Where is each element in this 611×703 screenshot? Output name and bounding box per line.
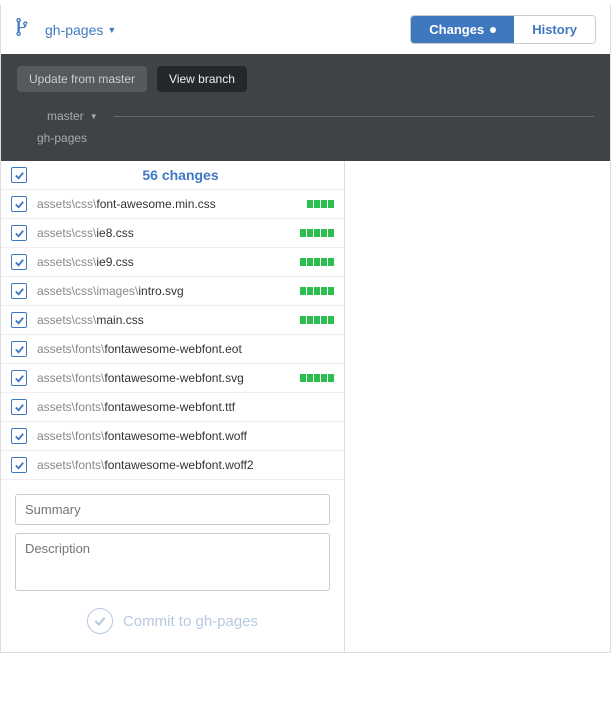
- file-row[interactable]: assets\fonts\fontawesome-webfont.woff: [1, 422, 344, 451]
- summary-input[interactable]: [15, 494, 330, 525]
- file-path: assets\css\main.css: [37, 313, 300, 327]
- file-checkbox[interactable]: [11, 196, 27, 212]
- diff-indicator: [300, 258, 334, 266]
- file-dir: assets\fonts\: [37, 342, 104, 356]
- file-row[interactable]: assets\css\ie8.css: [1, 219, 344, 248]
- branch-name: gh-pages: [45, 22, 103, 38]
- diff-indicator: [300, 287, 334, 295]
- tab-group: Changes History: [410, 15, 596, 44]
- content-wrap: 56 changes assets\css\font-awesome.min.c…: [1, 161, 610, 652]
- file-dir: assets\css\: [37, 226, 96, 240]
- file-name: fontawesome-webfont.woff: [104, 429, 247, 443]
- file-name: ie8.css: [96, 226, 133, 240]
- file-dir: assets\css\images\: [37, 284, 138, 298]
- file-dir: assets\css\: [37, 313, 96, 327]
- top-bar: gh-pages ▼ Changes History: [1, 5, 610, 54]
- file-row[interactable]: assets\fonts\fontawesome-webfont.ttf: [1, 393, 344, 422]
- file-checkbox[interactable]: [11, 428, 27, 444]
- file-checkbox[interactable]: [11, 457, 27, 473]
- check-circle-icon: [87, 608, 113, 634]
- file-checkbox[interactable]: [11, 254, 27, 270]
- file-checkbox[interactable]: [11, 312, 27, 328]
- file-path: assets\css\images\intro.svg: [37, 284, 300, 298]
- file-row[interactable]: assets\css\images\intro.svg: [1, 277, 344, 306]
- changes-panel: 56 changes assets\css\font-awesome.min.c…: [1, 161, 345, 652]
- changes-header-row: 56 changes: [1, 161, 344, 190]
- file-checkbox[interactable]: [11, 341, 27, 357]
- file-name: fontawesome-webfont.eot: [104, 342, 241, 356]
- file-dir: assets\css\: [37, 255, 96, 269]
- file-name: fontawesome-webfont.woff2: [104, 458, 253, 472]
- compare-master-row: master ▼: [37, 106, 594, 128]
- select-all-checkbox[interactable]: [11, 167, 27, 183]
- file-path: assets\fonts\fontawesome-webfont.svg: [37, 371, 300, 385]
- file-path: assets\css\ie8.css: [37, 226, 300, 240]
- branch-compare: master ▼ gh-pages: [17, 106, 594, 161]
- file-dir: assets\fonts\: [37, 458, 104, 472]
- tab-changes-label: Changes: [429, 22, 484, 37]
- app-window: gh-pages ▼ Changes History Update from m…: [0, 5, 611, 653]
- file-dir: assets\fonts\: [37, 429, 104, 443]
- file-list: assets\css\font-awesome.min.cssassets\cs…: [1, 190, 344, 480]
- file-checkbox[interactable]: [11, 225, 27, 241]
- changes-indicator-dot: [490, 27, 496, 33]
- file-name: intro.svg: [138, 284, 183, 298]
- dark-toolbar: Update from master View branch master ▼ …: [1, 54, 610, 161]
- diff-indicator: [300, 316, 334, 324]
- timeline-line: [114, 116, 594, 117]
- chevron-down-icon: ▼: [90, 110, 98, 124]
- description-input[interactable]: [15, 533, 330, 591]
- file-row[interactable]: assets\fonts\fontawesome-webfont.svg: [1, 364, 344, 393]
- file-dir: assets\fonts\: [37, 371, 104, 385]
- top-bar-left: gh-pages ▼: [15, 18, 116, 41]
- commit-section: Commit to gh-pages: [1, 480, 344, 652]
- file-path: assets\fonts\fontawesome-webfont.woff: [37, 429, 334, 443]
- tab-history[interactable]: History: [514, 16, 595, 43]
- file-checkbox[interactable]: [11, 399, 27, 415]
- file-name: font-awesome.min.css: [96, 197, 215, 211]
- branch-dropdown[interactable]: gh-pages ▼: [45, 22, 116, 38]
- file-row[interactable]: assets\css\font-awesome.min.css: [1, 190, 344, 219]
- file-path: assets\css\ie9.css: [37, 255, 300, 269]
- file-name: fontawesome-webfont.svg: [104, 371, 243, 385]
- file-dir: assets\fonts\: [37, 400, 104, 414]
- file-row[interactable]: assets\css\ie9.css: [1, 248, 344, 277]
- file-row[interactable]: assets\css\main.css: [1, 306, 344, 335]
- file-path: assets\fonts\fontawesome-webfont.woff2: [37, 458, 334, 472]
- file-dir: assets\css\: [37, 197, 96, 211]
- diff-indicator: [300, 229, 334, 237]
- diff-indicator: [307, 200, 334, 208]
- tab-history-label: History: [532, 22, 577, 37]
- file-name: ie9.css: [96, 255, 133, 269]
- file-name: main.css: [96, 313, 143, 327]
- commit-button-label: Commit to gh-pages: [123, 613, 258, 630]
- file-checkbox[interactable]: [11, 370, 27, 386]
- file-row[interactable]: assets\fonts\fontawesome-webfont.eot: [1, 335, 344, 364]
- file-row[interactable]: assets\fonts\fontawesome-webfont.woff2: [1, 451, 344, 480]
- diff-indicator: [300, 374, 334, 382]
- file-checkbox[interactable]: [11, 283, 27, 299]
- commit-button[interactable]: Commit to gh-pages: [15, 596, 330, 638]
- file-path: assets\fonts\fontawesome-webfont.ttf: [37, 400, 334, 414]
- changes-count: 56 changes: [27, 167, 334, 183]
- file-name: fontawesome-webfont.ttf: [104, 400, 235, 414]
- branch-icon: [15, 18, 29, 41]
- file-path: assets\fonts\fontawesome-webfont.eot: [37, 342, 334, 356]
- view-branch-button[interactable]: View branch: [157, 66, 247, 92]
- compare-master-label: master: [47, 106, 84, 128]
- toolbar-buttons: Update from master View branch: [17, 66, 594, 106]
- compare-current-label: gh-pages: [37, 128, 594, 150]
- chevron-down-icon: ▼: [107, 25, 116, 35]
- tab-changes[interactable]: Changes: [411, 16, 514, 43]
- update-from-master-button[interactable]: Update from master: [17, 66, 147, 92]
- file-path: assets\css\font-awesome.min.css: [37, 197, 307, 211]
